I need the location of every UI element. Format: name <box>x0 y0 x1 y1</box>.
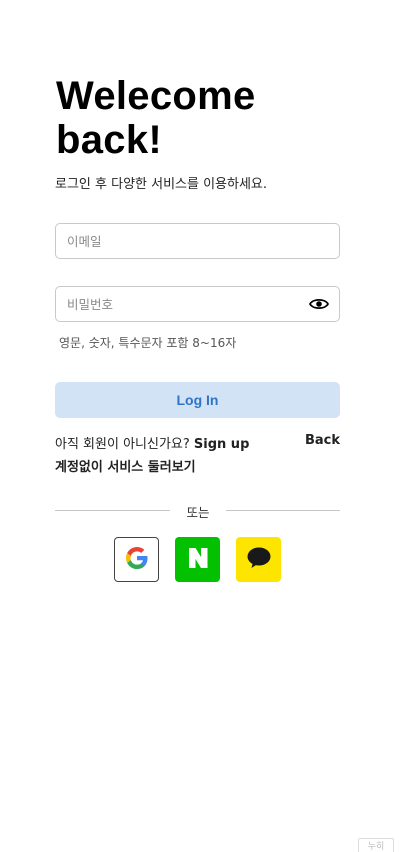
password-field-box <box>55 286 340 322</box>
page-subtitle: 로그인 후 다양한 서비스를 이용하세요. <box>55 177 268 192</box>
google-login-button[interactable] <box>114 537 159 582</box>
signup-question: 아직 회원이 아니신가요? <box>55 437 190 452</box>
naver-login-button[interactable] <box>175 537 220 582</box>
login-page: Welecome back! 로그인 후 다양한 서비스를 이용하세요. 영문,… <box>0 0 400 852</box>
eye-icon[interactable] <box>309 295 329 313</box>
signup-row: 아직 회원이 아니신가요? Sign up Back <box>55 433 340 452</box>
email-field-box <box>55 223 340 259</box>
login-button[interactable]: Log In <box>55 382 340 418</box>
signup-link[interactable]: Sign up <box>194 437 249 452</box>
guest-browse-link[interactable]: 계정없이 서비스 둘러보기 <box>55 456 196 475</box>
password-hint: 영문, 숫자, 특수문자 포함 8~16자 <box>59 336 237 350</box>
corner-tag[interactable]: 누히 <box>358 838 394 852</box>
google-icon <box>125 546 149 574</box>
back-link[interactable]: Back <box>305 433 340 448</box>
naver-icon <box>187 547 209 573</box>
password-input[interactable] <box>56 287 339 321</box>
kakao-login-button[interactable] <box>236 537 281 582</box>
page-title: Welecome back! <box>56 74 256 162</box>
email-input[interactable] <box>56 224 339 258</box>
kakao-icon <box>246 546 272 574</box>
divider-right-line <box>226 510 340 511</box>
divider-left-line <box>55 510 170 511</box>
divider-label: 또는 <box>186 505 210 520</box>
